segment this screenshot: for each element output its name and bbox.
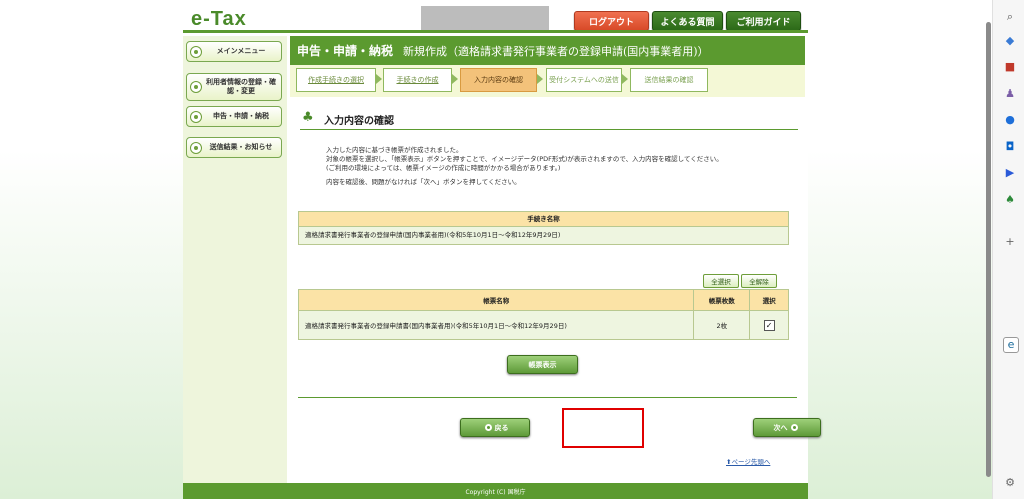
sidebar: メインメニュー 利用者情報の登録・確認・変更 申告・申請・納税 送信結果・お知ら… [183,36,287,483]
form-select-checkbox[interactable]: ✓ [763,319,775,331]
background-right [808,0,992,499]
step-arrow-icon [537,74,543,84]
header-select: 選択 [762,297,776,305]
section-heading: ♣ 入力内容の確認 [300,111,798,130]
toolbox-icon[interactable]: ■ [1003,60,1017,74]
step-arrow-icon [622,74,628,84]
step-arrow-icon [376,74,382,84]
back-arrow-icon [484,424,492,431]
guide-button[interactable]: ご利用ガイド [726,11,801,31]
page-top-link[interactable]: ⬆ページ先頭へ [726,456,770,466]
highlight-box [562,408,644,448]
progress-steps: 作成手続きの選択 手続きの作成 入力内容の確認 受付システムへの送信 送信結果の… [290,65,805,97]
outlook-icon[interactable]: ◘ [1003,140,1017,154]
header-divider [183,30,808,33]
procedure-table-cell: 適格請求書発行事業者の登録申請(国内事業者用)(令和5年10月1日～令和12年9… [299,227,788,244]
form-table: 帳票名称 帳票枚数 選択 適格請求書発行事業者の登録申請書(国内事業者用)(令和… [298,289,789,340]
title-bar: 申告・申請・納税 新規作成（適格請求書発行事業者の登録申請(国内事業者用)） [290,36,805,65]
menu-bullet-icon [190,81,202,93]
add-icon[interactable]: + [1003,235,1017,249]
sidebar-item-label: 送信結果・お知らせ [209,143,273,151]
ie-mode-icon[interactable]: e [1003,337,1019,353]
step-create-procedure[interactable]: 手続きの作成 [383,68,452,92]
deselect-all-button[interactable]: 全解除 [741,274,777,288]
step-check-results: 送信結果の確認 [630,68,708,92]
sidebar-item-user-info[interactable]: 利用者情報の登録・確認・変更 [186,73,282,101]
back-button[interactable]: 戻る [460,418,530,437]
etax-page: e-Tax ログアウト よくある質問 ご利用ガイド メインメニュー 利用者情報の… [183,0,821,499]
footer: Copyright (C) 国税庁 [183,483,808,499]
send-icon[interactable]: ▶ [1003,166,1017,180]
page-subtitle: 新規作成（適格請求書発行事業者の登録申請(国内事業者用)） [403,44,709,58]
description: 入力した内容に基づき帳票が作成されました。 対象の帳票を選択し、「帳票表示」ボタ… [326,146,723,186]
browser-side-panel: ⌕ ◆ ■ ♟ ● ◘ ▶ ♠ + e ⚙ [992,0,1024,499]
header-form-name: 帳票名称 [299,290,695,310]
step-send: 受付システムへの送信 [546,68,622,92]
sidebar-item-label: 申告・申請・納税 [213,112,269,120]
next-button[interactable]: 次へ [753,418,821,437]
redacted-area [421,6,549,32]
section-divider [298,397,797,398]
gear-icon[interactable]: ⚙ [1003,476,1017,490]
logout-button[interactable]: ログアウト [574,11,649,31]
show-form-button[interactable]: 帳票表示 [507,355,578,374]
form-name-cell: 適格請求書発行事業者の登録申請書(国内事業者用)(令和5年10月1日～令和12年… [299,311,695,339]
tree-icon[interactable]: ♠ [1003,193,1017,207]
faq-button[interactable]: よくある質問 [652,11,723,31]
procedure-table-header: 手続き名称 [299,212,788,227]
clover-icon: ♣ [302,110,314,125]
scrollbar[interactable] [986,22,991,477]
page-count-cell: 2枚 [694,311,751,339]
sidebar-item-label: 利用者情報の登録・確認・変更 [206,78,276,95]
etax-logo[interactable]: e-Tax [191,8,247,31]
menu-bullet-icon [190,141,202,154]
menu-bullet-icon [190,45,202,58]
section-title: 入力内容の確認 [324,116,394,127]
people-icon[interactable]: ♟ [1003,87,1017,101]
sidebar-item-filing[interactable]: 申告・申請・納税 [186,106,282,127]
main-content: 申告・申請・納税 新規作成（適格請求書発行事業者の登録申請(国内事業者用)） 作… [290,36,821,483]
background-left [0,0,183,499]
select-all-button[interactable]: 全選択 [703,274,739,288]
menu-bullet-icon [190,110,202,123]
copilot-icon[interactable]: ● [1003,113,1017,127]
header-page-count: 帳票枚数 [694,290,751,310]
step-select-procedure[interactable]: 作成手続きの選択 [296,68,376,92]
tag-icon[interactable]: ◆ [1003,34,1017,48]
step-confirm-input: 入力内容の確認 [460,68,537,92]
sidebar-item-results[interactable]: 送信結果・お知らせ [186,137,282,158]
table-row: 適格請求書発行事業者の登録申請書(国内事業者用)(令和5年10月1日～令和12年… [299,311,788,339]
select-cell: ✓ [750,311,788,339]
next-arrow-icon [790,424,798,431]
search-icon[interactable]: ⌕ [1003,10,1017,24]
form-table-header: 帳票名称 帳票枚数 選択 [299,290,788,311]
procedure-table: 手続き名称 適格請求書発行事業者の登録申請(国内事業者用)(令和5年10月1日～… [298,211,789,245]
sidebar-item-label: メインメニュー [216,47,266,55]
step-arrow-icon [452,74,458,84]
page-title: 申告・申請・納税 [297,44,394,58]
sidebar-item-main-menu[interactable]: メインメニュー [186,41,282,62]
